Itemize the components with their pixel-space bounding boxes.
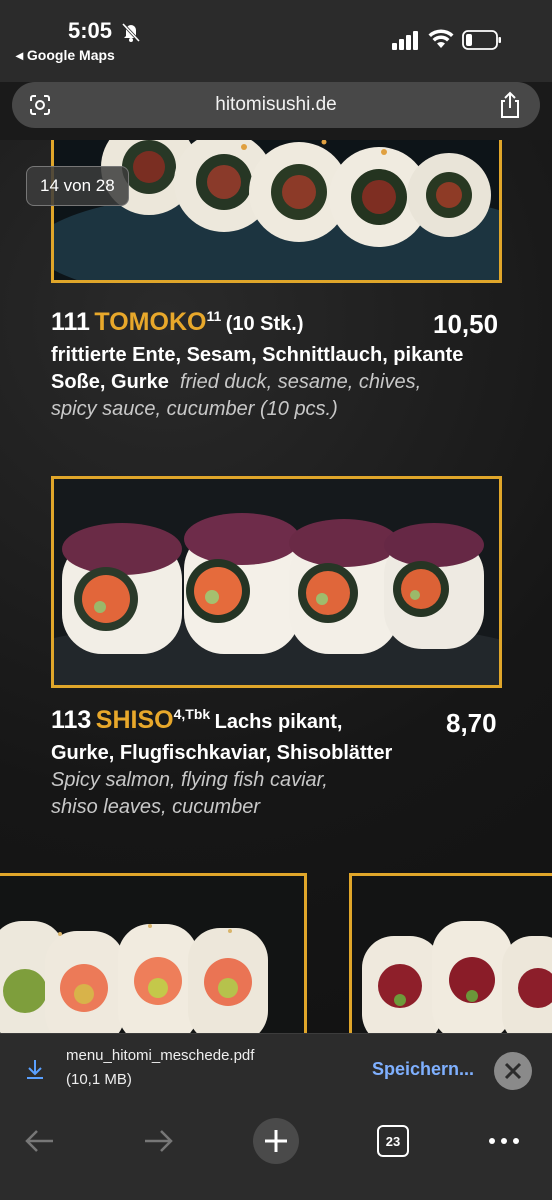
browser-toolbar: 23 xyxy=(0,1103,552,1200)
clock: 5:05 xyxy=(68,18,113,43)
more-dots-icon xyxy=(489,1138,519,1144)
close-icon xyxy=(504,1062,522,1080)
allergen-code: 11 xyxy=(206,308,222,324)
status-bar: 5:05 ◂ Google Maps xyxy=(0,0,552,82)
tab-count-icon: 23 xyxy=(377,1125,409,1157)
desc-english-line: spicy sauce, cucumber (10 pcs.) xyxy=(51,398,338,420)
desc-english-line: shiso leaves, cucumber xyxy=(51,796,260,818)
sushi-photo-shiso xyxy=(51,476,502,688)
item-price: 10,50 xyxy=(433,309,499,339)
download-filesize: (10,1 MB) xyxy=(66,1071,132,1088)
bell-muted-icon xyxy=(121,22,141,43)
new-tab-button[interactable] xyxy=(250,1115,302,1167)
item-description: frittierte Ente, Sesam, Schnittlauch, pi… xyxy=(51,342,511,423)
item-description: Gurke, Flugfischkaviar, Shisoblätter Spi… xyxy=(51,740,511,821)
address-bar[interactable]: hitomisushi.de xyxy=(12,82,540,128)
menu-item-title: 111 TOMOKO11 (10 Stk.) xyxy=(51,308,304,337)
sushi-photo-next-right xyxy=(349,873,552,1033)
desc-german-line: Soße, Gurke xyxy=(51,371,169,393)
battery-icon xyxy=(462,30,501,50)
desc-german-inline: Lachs pikant, xyxy=(214,711,343,733)
item-name: TOMOKO xyxy=(94,308,207,336)
item-name: SHISO xyxy=(95,706,174,734)
allergen-code: 4,Tbk xyxy=(173,706,211,722)
forward-button[interactable] xyxy=(132,1115,184,1167)
sushi-photo-next-left xyxy=(0,873,307,1033)
wifi-icon xyxy=(428,29,454,48)
cellular-signal-icon xyxy=(392,31,418,50)
tab-count: 23 xyxy=(385,1133,401,1149)
share-icon[interactable] xyxy=(498,91,522,119)
back-to-app-link[interactable]: ◂ Google Maps xyxy=(16,47,115,64)
close-download-button[interactable] xyxy=(494,1052,532,1090)
page-counter-badge: 14 von 28 xyxy=(26,166,129,206)
sushi-photo-tomoko xyxy=(51,140,502,283)
tab-switcher-button[interactable]: 23 xyxy=(367,1115,419,1167)
item-number: 113 xyxy=(51,706,92,734)
download-icon xyxy=(27,1060,43,1079)
save-button[interactable]: Speichern... xyxy=(372,1059,474,1080)
plus-icon xyxy=(253,1118,299,1164)
desc-german-line: frittierte Ente, Sesam, Schnittlauch, pi… xyxy=(51,344,464,366)
item-number: 111 xyxy=(51,308,90,336)
download-filename: menu_hitomi_meschede.pdf xyxy=(66,1047,255,1064)
item-quantity: (10 Stk.) xyxy=(225,313,304,335)
more-menu-button[interactable] xyxy=(478,1115,530,1167)
desc-english-line: Spicy salmon, flying fish caviar, xyxy=(51,769,328,791)
pdf-page[interactable]: 14 von 28 111 TOMOKO11 (10 Stk.) 10,50 f… xyxy=(0,140,552,1033)
arrow-left-icon xyxy=(25,1130,53,1152)
menu-item-title: 113 SHISO4,Tbk Lachs pikant, xyxy=(51,706,342,735)
desc-german-line: Gurke, Flugfischkaviar, Shisoblätter xyxy=(51,742,393,764)
back-button[interactable] xyxy=(14,1115,66,1167)
download-bar: menu_hitomi_meschede.pdf (10,1 MB) Speic… xyxy=(0,1033,552,1104)
arrow-right-icon xyxy=(145,1130,173,1152)
desc-english-line: fried duck, sesame, chives, xyxy=(179,371,422,393)
item-price: 8,70 xyxy=(446,708,497,738)
url-text[interactable]: hitomisushi.de xyxy=(12,94,540,116)
